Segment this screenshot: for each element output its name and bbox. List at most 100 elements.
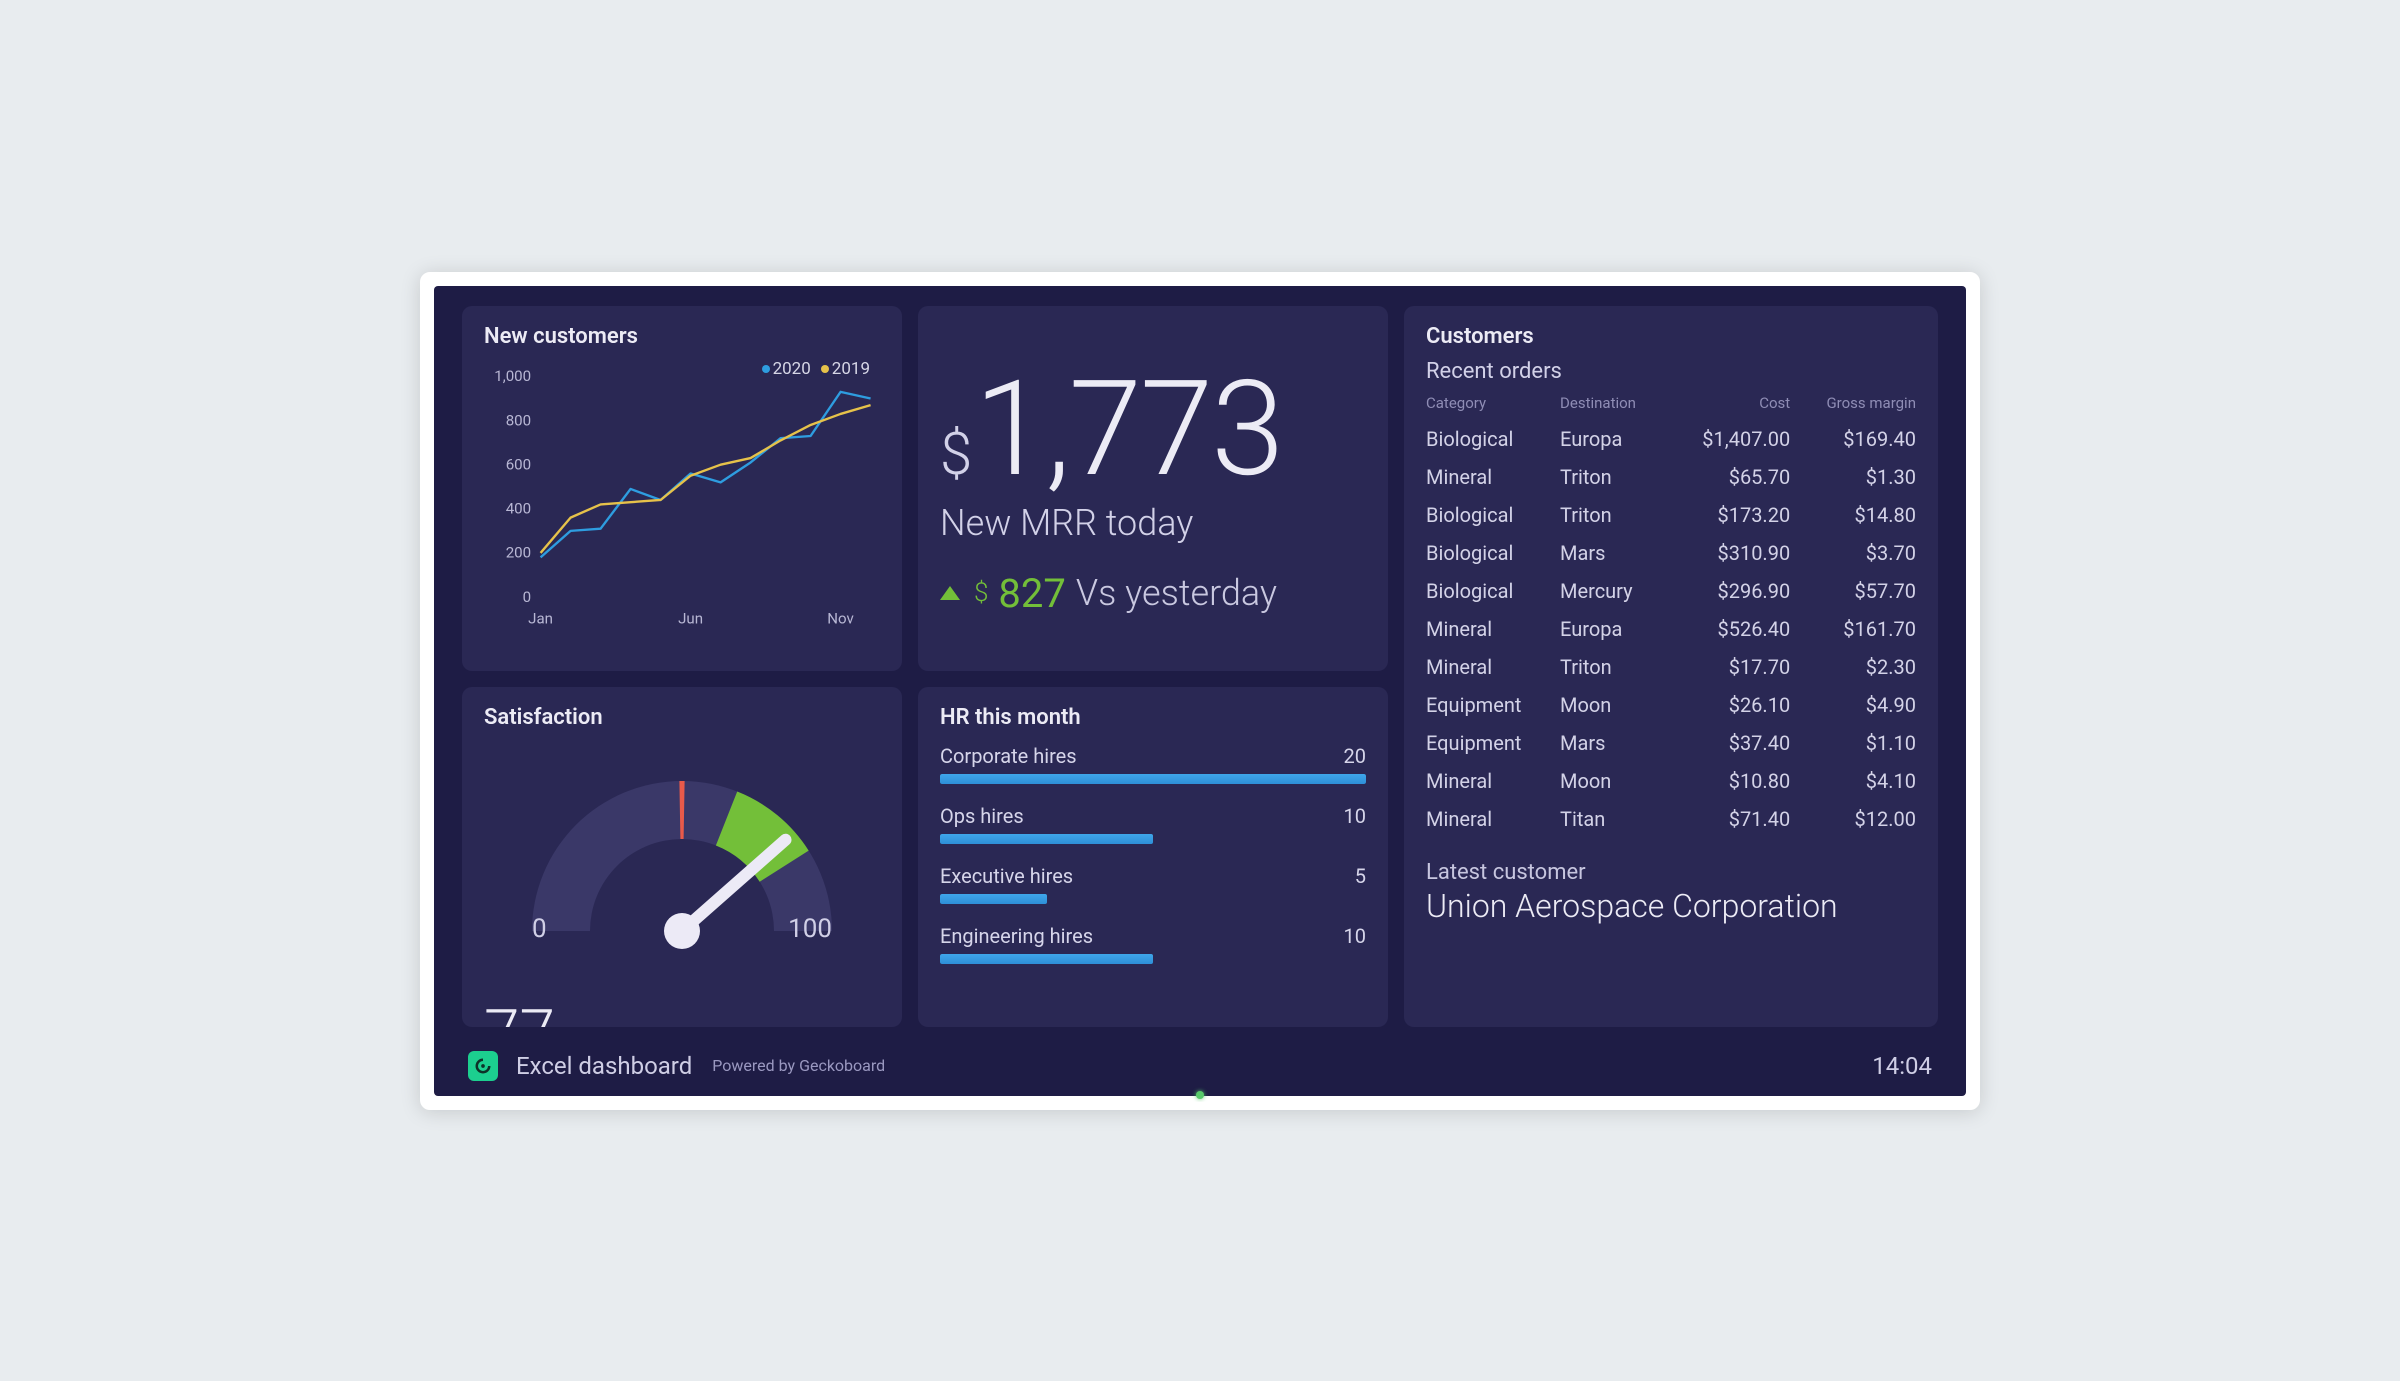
cell-cost: $26.10 [1667,686,1790,724]
cell-category: Equipment [1426,686,1560,724]
card-title: Satisfaction [484,705,880,730]
footer-title: Excel dashboard [516,1052,692,1080]
cell-cost: $1,407.00 [1667,420,1790,458]
table-row: BiologicalTriton$173.20$14.80 [1426,496,1916,534]
cell-cost: $173.20 [1667,496,1790,534]
mrr-delta-value: 827 [998,570,1065,617]
mrr-currency: $ [940,421,970,489]
cell-gross-margin: $1.30 [1790,458,1916,496]
latest-customer: Latest customer Union Aerospace Corporat… [1426,860,1916,925]
cell-gross-margin: $1.10 [1790,724,1916,762]
cell-gross-margin: $161.70 [1790,610,1916,648]
footer-powered: Powered by Geckoboard [712,1056,885,1075]
footer: Excel dashboard Powered by Geckoboard 14… [462,1036,1938,1086]
hr-row: Executive hires 5 [940,864,1366,904]
mrr-delta-label: Vs yesterday [1076,572,1277,614]
svg-text:600: 600 [506,455,531,473]
cell-category: Mineral [1426,610,1560,648]
up-triangle-icon [940,586,960,600]
hr-bar [940,894,1366,904]
dashboard-grid: New customers 2020 2019 02004006008001,0… [462,306,1938,1036]
table-row: EquipmentMars$37.40$1.10 [1426,724,1916,762]
cell-gross-margin: $2.30 [1790,648,1916,686]
hr-bar [940,774,1366,784]
cell-cost: $10.80 [1667,762,1790,800]
table-row: BiologicalEuropa$1,407.00$169.40 [1426,420,1916,458]
cell-cost: $37.40 [1667,724,1790,762]
card-title: Customers [1426,324,1916,349]
mrr-number: 1,773 [974,364,1282,496]
table-row: MineralTitan$71.40$12.00 [1426,800,1916,838]
cell-gross-margin: $12.00 [1790,800,1916,838]
hr-list: Corporate hires20 Ops hires 10 Executive hi… [940,744,1366,964]
card-new-customers: New customers 2020 2019 02004006008001,0… [462,306,902,671]
cell-cost: $310.90 [1667,534,1790,572]
cell-gross-margin: $4.10 [1790,762,1916,800]
footer-clock: 14:04 [1872,1052,1932,1080]
hr-label: Engineering hires [940,924,1093,948]
cell-destination: Moon [1560,762,1667,800]
cell-category: Equipment [1426,724,1560,762]
tv-frame: New customers 2020 2019 02004006008001,0… [420,272,1980,1110]
hr-value: 10 [1344,804,1366,828]
line-chart-svg: 02004006008001,000JanJunNov [484,359,880,639]
cell-destination: Europa [1560,420,1667,458]
hr-value: 5 [1355,864,1366,888]
geckoboard-logo-icon [468,1051,498,1081]
table-row: BiologicalMars$310.90$3.70 [1426,534,1916,572]
power-indicator-icon [1196,1091,1204,1099]
cell-cost: $526.40 [1667,610,1790,648]
cell-destination: Moon [1560,686,1667,724]
cell-category: Biological [1426,534,1560,572]
legend-2020: 2020 [762,359,811,379]
cell-destination: Mars [1560,724,1667,762]
cell-destination: Triton [1560,648,1667,686]
hr-row: Engineering hires10 [940,924,1366,964]
cell-destination: Mars [1560,534,1667,572]
card-satisfaction: Satisfaction 0 100 77 [462,687,902,1027]
cell-category: Biological [1426,496,1560,534]
gauge-max: 100 [788,914,832,944]
hr-bar [940,834,1366,844]
orders-table: Category Destination Cost Gross margin B… [1426,390,1916,838]
cell-gross-margin: $169.40 [1790,420,1916,458]
svg-text:1,000: 1,000 [494,367,531,385]
cell-cost: $296.90 [1667,572,1790,610]
cell-cost: $17.70 [1667,648,1790,686]
table-row: MineralTriton$65.70$1.30 [1426,458,1916,496]
cell-destination: Mercury [1560,572,1667,610]
cell-destination: Triton [1560,458,1667,496]
latest-customer-value: Union Aerospace Corporation [1426,887,1916,925]
svg-text:200: 200 [506,543,531,561]
gauge-min: 0 [532,914,547,944]
hr-row: Corporate hires20 [940,744,1366,784]
hr-label: Executive hires [940,864,1073,888]
cell-category: Mineral [1426,648,1560,686]
svg-text:Jan: Jan [528,609,553,627]
cell-gross-margin: $4.90 [1790,686,1916,724]
svg-text:0: 0 [523,587,531,605]
cell-gross-margin: $14.80 [1790,496,1916,534]
latest-customer-label: Latest customer [1426,860,1916,885]
hr-label: Corporate hires [940,744,1077,768]
svg-text:800: 800 [506,411,531,429]
cell-category: Mineral [1426,762,1560,800]
card-title: HR this month [940,705,1366,730]
card-mrr: $ 1,773 New MRR today $827 Vs yesterday [918,306,1388,671]
line-chart: 2020 2019 02004006008001,000JanJunNov [484,359,880,639]
gauge: 0 100 [484,740,880,1000]
cell-cost: $71.40 [1667,800,1790,838]
svg-text:Jun: Jun [678,609,703,627]
cell-gross-margin: $57.70 [1790,572,1916,610]
cell-category: Mineral [1426,800,1560,838]
hr-bar [940,954,1366,964]
table-row: MineralTriton$17.70$2.30 [1426,648,1916,686]
table-header-row: Category Destination Cost Gross margin [1426,390,1916,420]
table-row: MineralMoon$10.80$4.10 [1426,762,1916,800]
table-row: EquipmentMoon$26.10$4.90 [1426,686,1916,724]
table-row: BiologicalMercury$296.90$57.70 [1426,572,1916,610]
hr-label: Ops hires [940,804,1024,828]
dashboard-screen: New customers 2020 2019 02004006008001,0… [434,286,1966,1096]
col-destination: Destination [1560,390,1667,420]
card-title: New customers [484,324,880,349]
